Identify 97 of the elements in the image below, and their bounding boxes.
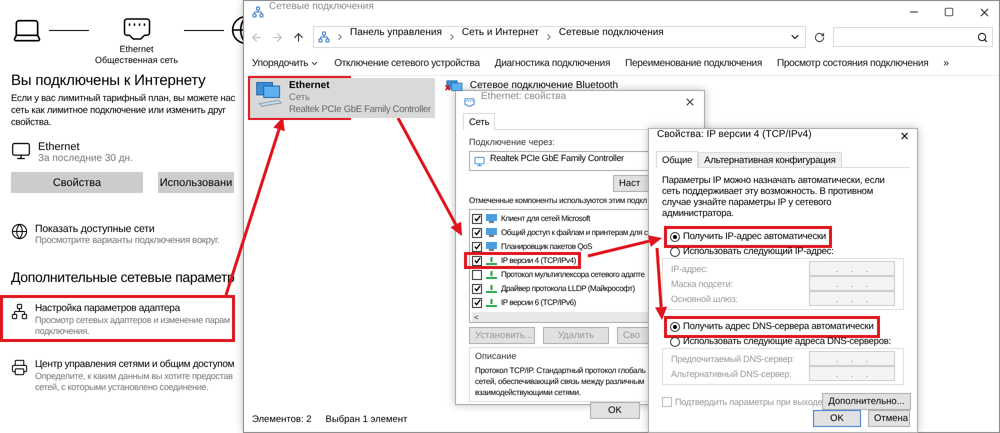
radio-button[interactable] [670, 337, 680, 347]
tab[interactable]: Альтернативная конфигурация [698, 152, 842, 167]
address-bar[interactable]: Панель управления Сеть и Интернет Сетевые подключения [313, 26, 806, 48]
monitor-icon [11, 141, 31, 161]
network-folder-icon [252, 6, 264, 18]
settings-button[interactable]: Свойства [11, 172, 143, 193]
window-title: Сетевые подключения [269, 1, 374, 13]
settings-button[interactable]: Использовани [158, 172, 234, 193]
monitor-icon [485, 228, 498, 237]
components-label: Отмеченные компоненты используются этим подкл [469, 195, 647, 207]
link-subtitle: Определите, к каким данным вы хотите предостав сетей, с которыми установлено соединение. [35, 371, 233, 393]
search-field[interactable] [833, 27, 993, 47]
field-label: Предпочитаемый DNS-сервер: [671, 352, 795, 364]
selection-count: Выбран 1 элемент [326, 414, 408, 426]
monitor-icon [474, 156, 485, 166]
breadcrumb[interactable]: Сеть и Интернет [462, 27, 539, 39]
network-icon [485, 298, 498, 307]
toolbar-button[interactable]: Просмотр состояния подключения [776, 58, 928, 68]
checkbox[interactable] [472, 228, 482, 238]
radio-label[interactable]: Получить адрес DNS-сервера автоматически [683, 321, 874, 333]
component-name[interactable]: IP версии 6 (TCP/IPv6) [501, 297, 576, 308]
description-text: Протокол TCP/IP. Стандартный протокол глобаль сетей, обеспечивающий связь между различным взаимодействующими сетями. [475, 365, 646, 398]
network-icon [11, 303, 28, 320]
search-icon [977, 32, 988, 42]
status-title: Вы подключены к Интернету [11, 72, 206, 89]
connection-item[interactable]: Ethernet Сеть Realtek PCIe GbE Family Controller [250, 78, 435, 118]
close-button[interactable]: × [900, 129, 909, 144]
link-title[interactable]: Показать доступные сети [35, 223, 155, 235]
field-label: Основной шлюз: [671, 292, 738, 304]
radio-button[interactable] [670, 247, 680, 257]
radio-label[interactable]: Получить IP-адрес автоматически [683, 231, 826, 243]
up-icon[interactable] [292, 30, 305, 44]
checkbox[interactable] [472, 214, 482, 224]
ok-button[interactable]: OK [813, 410, 861, 427]
component-name[interactable]: Драйвер протокола LLDP (Майкрософт) [501, 283, 635, 294]
radio-label[interactable]: Использовать следующий IP-адрес: [683, 246, 834, 258]
ok-button[interactable]: OK [590, 402, 640, 419]
item-count: Элементов: 2 [252, 414, 312, 426]
checkbox[interactable] [472, 256, 482, 266]
network-adapter-icon [444, 80, 465, 92]
component-name[interactable]: Протокол мультиплексора сетевого адапте [501, 269, 644, 280]
radio-button[interactable] [670, 232, 680, 242]
refresh-icon[interactable] [814, 32, 825, 42]
field-label: IP-адрес: [671, 262, 708, 274]
link-subtitle: Просмотр сетевых адаптеров и изменение парам подключения. [35, 315, 230, 337]
connection-status: Сеть [289, 92, 310, 104]
printer-icon [11, 359, 28, 376]
monitor-icon [485, 242, 498, 251]
network-icon [485, 270, 498, 279]
field-label: Альтернативный DNS-сервер: [671, 368, 792, 380]
checkbox[interactable] [472, 284, 482, 294]
globe-icon [11, 223, 28, 240]
radio-button[interactable] [670, 322, 680, 332]
component-name[interactable]: Клиент для сетей Microsoft [501, 213, 590, 224]
connection-usage: За последние 30 дн. [38, 153, 133, 165]
component-name[interactable]: Планировщик пакетов QoS [501, 241, 592, 252]
intro-text: Параметры IP можно назначать автоматически, если сеть поддерживает эту возможность. В противном случае узнайте параметры IP у сетевого администратора. [662, 175, 886, 219]
toolbar-button[interactable]: Диагностика подключения [494, 58, 610, 68]
network-adapter-icon [254, 80, 284, 108]
close-icon[interactable] [684, 96, 696, 108]
network-type: Общественная сеть [95, 55, 178, 66]
component-name[interactable]: Общий доступ к файлам и принтерам для с [501, 227, 648, 238]
network-folder-icon [318, 31, 330, 43]
connection-name: Ethernet [289, 80, 330, 92]
network-icon [485, 284, 498, 293]
connection-device: Realtek PCIe GbE Family Controller [289, 104, 431, 116]
group-title: Описание [475, 350, 516, 362]
dialog-title: Свойства: IP версии 4 (TCP/IPv4) [657, 129, 812, 141]
maximize-icon[interactable] [944, 7, 954, 17]
toolbar-button[interactable]: Переименование подключения [625, 58, 762, 68]
breadcrumb[interactable]: Панель управления [350, 27, 442, 39]
checkbox[interactable] [472, 242, 482, 252]
toolbar-button[interactable]: Упорядочить [252, 58, 308, 68]
checkbox[interactable] [472, 270, 482, 280]
radio-label[interactable]: Использовать следующие адреса DNS-серверов: [683, 336, 891, 348]
tab[interactable]: Общие [656, 151, 698, 168]
monitor-icon [485, 214, 498, 223]
link-title[interactable]: Центр управления сетями и общим доступом [35, 359, 234, 371]
component-name[interactable]: IP версии 4 (TCP/IPv4) [501, 255, 576, 266]
adapter-icon [464, 96, 475, 108]
status-text: Если у вас лимитный тарифный план, вы можете нас сеть как лимитное подключение или изменить друг свойства. [11, 93, 235, 129]
close-icon[interactable] [978, 6, 991, 18]
toolbar-button[interactable]: » [943, 58, 949, 68]
field-label: Подключение через: [469, 136, 555, 148]
network-icon [485, 256, 498, 265]
checkbox[interactable] [472, 298, 482, 308]
link-subtitle: Просмотрите варианты подключения вокруг. [35, 235, 220, 247]
tab[interactable]: Сеть [463, 113, 496, 130]
connection-name: Ethernet [38, 141, 80, 153]
link-title[interactable]: Настройка параметров адаптера [35, 303, 180, 315]
breadcrumb[interactable]: Сетевые подключения [558, 27, 664, 39]
field-label: Маска подсети: [671, 278, 733, 290]
dialog-title: Ethernet: свойства [481, 91, 566, 103]
cancel-button[interactable]: Отмена [868, 410, 910, 427]
adapter-name: Ethernet [120, 44, 154, 55]
advanced-button[interactable]: Дополнительно... [822, 393, 911, 410]
toolbar-button[interactable]: Отключение сетевого устройства [334, 58, 480, 68]
